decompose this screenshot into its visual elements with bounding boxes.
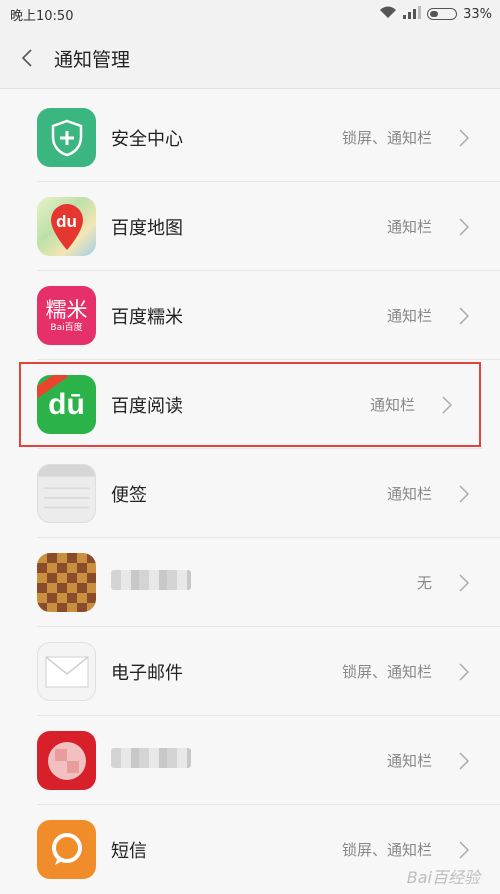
security-center-icon (37, 108, 96, 167)
chevron-right-icon (454, 840, 474, 859)
app-row-baidu-nuomi[interactable]: 糯米 Bai百度 百度糯米 通知栏 (0, 271, 500, 360)
sms-icon (37, 820, 96, 879)
app-row-notes[interactable]: 便签 通知栏 (0, 449, 500, 538)
chevron-right-icon (454, 573, 474, 592)
email-icon (37, 642, 96, 701)
status-time: 晚上10:50 (10, 8, 74, 24)
app-status: 通知栏 (386, 307, 432, 325)
baidu-nuomi-logo-text: 糯米 (45, 297, 88, 322)
baidu-read-icon: dū (37, 375, 96, 434)
baidu-maps-icon: du (37, 197, 96, 256)
app-row-email[interactable]: 电子邮件 锁屏、通知栏 (0, 627, 500, 716)
app-row-sms[interactable]: 短信 锁屏、通知栏 Bai百经验 (0, 805, 500, 894)
wifi-icon (379, 6, 397, 23)
status-icons: 33% (379, 5, 492, 23)
chevron-right-icon (454, 128, 474, 147)
status-bar: 晚上10:50 33% (0, 0, 500, 28)
baidu-maps-logo-text: du (56, 212, 77, 231)
app-name: 百度糯米 (111, 306, 183, 328)
baidu-nuomi-icon: 糯米 Bai百度 (37, 286, 96, 345)
baidu-nuomi-logo-subtext: Bai百度 (50, 322, 83, 333)
notes-icon (37, 464, 96, 523)
app-name: 百度阅读 (111, 395, 183, 417)
app-row-baidu-maps[interactable]: du 百度地图 通知栏 (0, 182, 500, 271)
header: 通知管理 (0, 28, 500, 89)
signal-icon (403, 5, 422, 23)
app-status: 锁屏、通知栏 (341, 841, 432, 859)
battery-percent: 33% (463, 6, 492, 22)
page-title: 通知管理 (54, 48, 131, 71)
app-status: 通知栏 (369, 396, 415, 414)
baidu-read-logo-text: dū (48, 387, 85, 421)
app-status: 锁屏、通知栏 (341, 129, 432, 147)
blurred-app-icon (37, 553, 96, 612)
app-row-blurred-2[interactable]: 通知栏 (0, 716, 500, 805)
battery-icon (427, 8, 458, 20)
blurred-text (111, 748, 191, 768)
app-status: 通知栏 (386, 485, 432, 503)
blurred-text (111, 570, 191, 590)
app-status: 锁屏、通知栏 (341, 663, 432, 681)
app-status: 通知栏 (386, 218, 432, 236)
chevron-left-icon (21, 49, 32, 67)
chevron-right-icon (454, 306, 474, 325)
chevron-right-icon (454, 751, 474, 770)
app-row-blurred-1[interactable]: 无 (0, 538, 500, 627)
blurred-app-icon (37, 731, 96, 790)
app-status: 通知栏 (386, 752, 432, 770)
chevron-right-icon (454, 484, 474, 503)
app-name: 短信 (111, 840, 147, 862)
app-name: 安全中心 (111, 128, 183, 150)
chevron-right-icon (437, 395, 457, 414)
app-list: 安全中心 锁屏、通知栏 du 百度地图 通知栏 糯米 Bai百度 百度糯米 通知… (0, 93, 500, 894)
back-button[interactable] (0, 28, 54, 88)
app-name-blurred (111, 570, 417, 595)
app-status: 无 (416, 574, 432, 592)
watermark: Bai百经验 (406, 868, 480, 887)
app-name: 便签 (111, 484, 147, 506)
app-name-blurred (111, 748, 387, 773)
chevron-right-icon (454, 217, 474, 236)
app-name: 百度地图 (111, 217, 183, 239)
chevron-right-icon (454, 662, 474, 681)
app-row-baidu-read[interactable]: dū 百度阅读 通知栏 (17, 360, 483, 449)
app-row-security-center[interactable]: 安全中心 锁屏、通知栏 (0, 93, 500, 182)
app-name: 电子邮件 (111, 662, 183, 684)
